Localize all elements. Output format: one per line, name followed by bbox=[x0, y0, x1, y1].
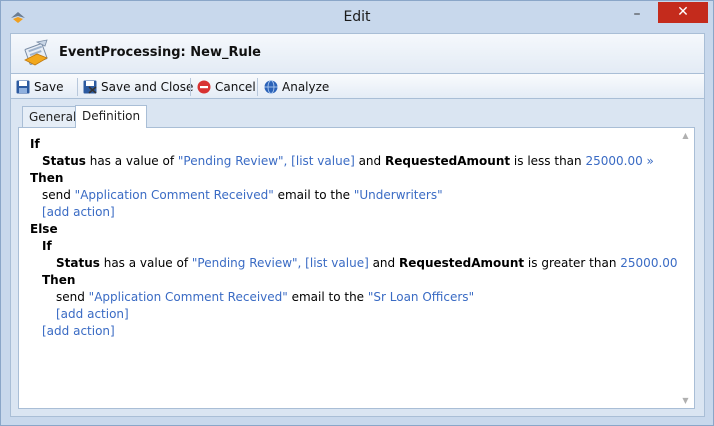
vertical-scrollbar[interactable]: ▲ ▼ bbox=[677, 128, 694, 408]
cancel-label: Cancel bbox=[215, 80, 256, 94]
condition-field[interactable]: Status bbox=[56, 256, 100, 270]
action-line-1: send "Application Comment Received" emai… bbox=[42, 188, 443, 202]
else-keyword: Else bbox=[30, 222, 58, 236]
condition-operator[interactable]: is less than bbox=[510, 154, 585, 168]
condition-value-link[interactable]: "Pending Review" bbox=[192, 256, 298, 270]
then-keyword: Then bbox=[30, 171, 64, 185]
save-label: Save bbox=[34, 80, 64, 94]
header-panel: EventProcessing: New_Rule bbox=[10, 33, 705, 73]
nested-add-action-link[interactable]: [add action] bbox=[56, 306, 129, 323]
condition-operator[interactable]: is greater than bbox=[524, 256, 620, 270]
rule-editor-icon bbox=[24, 39, 48, 66]
analyze-globe-icon bbox=[264, 80, 278, 94]
toolbar-separator bbox=[77, 78, 78, 96]
email-template-link[interactable]: "Application Comment Received" bbox=[89, 290, 288, 304]
toolbar: Save Save and Close Cancel Analyze bbox=[10, 73, 705, 99]
nested-then-keyword: Then bbox=[42, 273, 76, 287]
action-verb[interactable]: send bbox=[56, 290, 89, 304]
condition-field[interactable]: RequestedAmount bbox=[385, 154, 510, 168]
save-and-close-label: Save and Close bbox=[101, 80, 194, 94]
scroll-up-arrow-icon[interactable]: ▲ bbox=[681, 131, 690, 140]
condition-value-link[interactable]: "Pending Review" bbox=[178, 154, 284, 168]
action-verb[interactable]: send bbox=[42, 188, 75, 202]
condition-conjunction[interactable]: and bbox=[369, 256, 399, 270]
analyze-label: Analyze bbox=[282, 80, 330, 94]
condition-operator[interactable]: has a value of bbox=[86, 154, 178, 168]
toolbar-separator bbox=[257, 78, 258, 96]
toolbar-separator bbox=[190, 78, 191, 96]
condition-field[interactable]: Status bbox=[42, 154, 86, 168]
window-title: Edit bbox=[343, 9, 371, 25]
add-action-link[interactable]: [add action] bbox=[42, 204, 115, 221]
email-template-link[interactable]: "Application Comment Received" bbox=[75, 188, 274, 202]
condition-line-2: Status has a value of "Pending Review", … bbox=[56, 256, 689, 270]
recipient-link[interactable]: "Sr Loan Officers" bbox=[368, 290, 474, 304]
recipient-link[interactable]: "Underwriters" bbox=[354, 188, 443, 202]
if-keyword: If bbox=[30, 137, 40, 151]
scroll-down-arrow-icon[interactable]: ▼ bbox=[681, 396, 690, 405]
save-and-close-button[interactable]: Save and Close bbox=[83, 77, 193, 97]
condition-line-1: Status has a value of "Pending Review", … bbox=[42, 154, 654, 168]
floppy-disk-icon bbox=[16, 80, 30, 94]
else-add-action-link[interactable]: [add action] bbox=[42, 323, 115, 340]
cancel-button[interactable]: Cancel bbox=[197, 77, 256, 97]
close-button[interactable]: ✕ bbox=[658, 2, 708, 23]
minimize-button[interactable]: – bbox=[627, 7, 647, 24]
action-line-2: send "Application Comment Received" emai… bbox=[56, 290, 475, 304]
condition-operator[interactable]: has a value of bbox=[100, 256, 192, 270]
title-bar[interactable]: Edit – ✕ bbox=[1, 1, 713, 33]
rule-title: EventProcessing: New_Rule bbox=[59, 45, 261, 60]
list-value-link[interactable]: [list value] bbox=[305, 256, 369, 270]
condition-conjunction[interactable]: and bbox=[355, 154, 385, 168]
nested-if-keyword: If bbox=[42, 239, 52, 253]
save-close-icon bbox=[83, 80, 97, 94]
tab-definition[interactable]: Definition bbox=[75, 105, 148, 128]
condition-field[interactable]: RequestedAmount bbox=[399, 256, 524, 270]
list-value-link[interactable]: [list value] bbox=[291, 154, 355, 168]
analyze-button[interactable]: Analyze bbox=[264, 77, 329, 97]
save-button[interactable]: Save bbox=[16, 77, 63, 97]
amount-value-link[interactable]: 25000.00 » bbox=[585, 154, 653, 168]
rule-definition-panel: If Status has a value of "Pending Review… bbox=[18, 127, 695, 409]
cancel-icon bbox=[197, 80, 211, 94]
